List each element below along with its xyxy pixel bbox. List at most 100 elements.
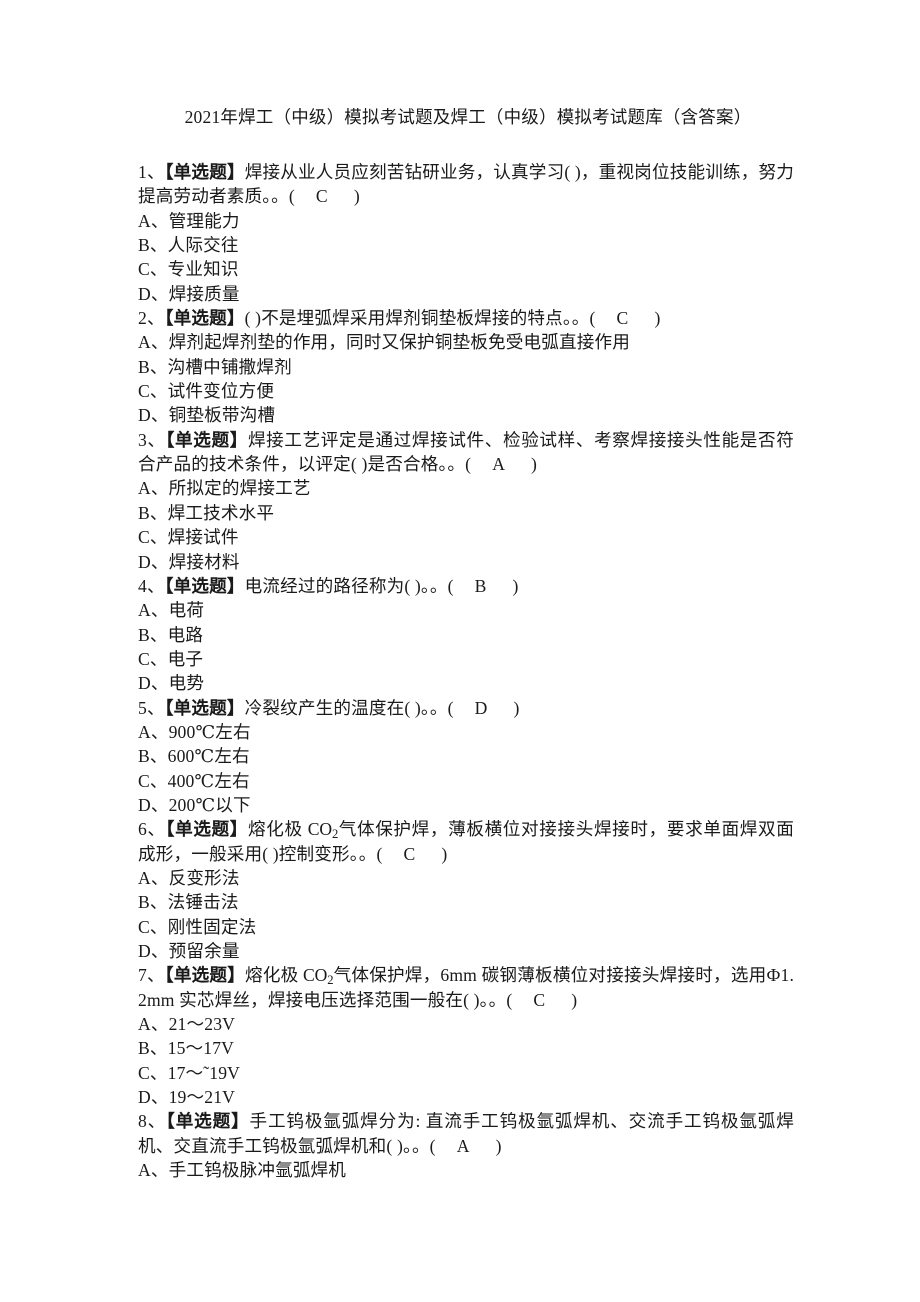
option-key: A、 <box>138 478 169 499</box>
question-option[interactable]: D、焊接质量 <box>138 282 794 306</box>
answer-bracket: 。(C) <box>358 843 448 864</box>
question-stem: 2、【单选题】( )不是埋弧焊采用焊剂铜垫板焊接的特点。。(C) <box>138 306 794 330</box>
formula-subscript: 2 <box>327 973 334 988</box>
option-text: 手工钨极脉冲氩弧焊机 <box>168 1160 347 1181</box>
option-text: 17～˜19V <box>167 1062 241 1083</box>
question-option[interactable]: B、电路 <box>138 623 794 647</box>
question-option[interactable]: A、900℃左右 <box>138 720 794 744</box>
question-option[interactable]: A、焊剂起焊剂垫的作用，同时又保护铜垫板免受电弧直接作用 <box>138 330 794 354</box>
option-key: D、 <box>138 405 169 426</box>
answer-letter: C <box>616 308 629 329</box>
question-option[interactable]: C、17～˜19V <box>138 1061 794 1085</box>
question-type-label: 【单选题】 <box>165 429 248 450</box>
option-key: C、 <box>138 648 168 669</box>
option-text: 900℃左右 <box>168 721 251 742</box>
answer-letter: C <box>533 989 546 1010</box>
option-key: A、 <box>138 867 169 888</box>
option-text: 预留余量 <box>168 941 240 961</box>
option-text: 21～23V <box>168 1014 235 1035</box>
question-number: 4、 <box>138 575 165 596</box>
option-key: D、 <box>138 941 169 961</box>
option-key: D、 <box>138 1087 169 1108</box>
question-option[interactable]: B、600℃左右 <box>138 744 794 768</box>
question-option[interactable]: B、沟槽中铺撒焊剂 <box>138 355 794 379</box>
question-list: 1、【单选题】焊接从业人员应刻苦钻研业务，认真学习( )，重视岗位技能训练，努力… <box>138 160 794 1182</box>
question-option[interactable]: A、反变形法 <box>138 866 794 890</box>
option-key: A、 <box>138 600 169 621</box>
option-key: B、 <box>138 356 168 377</box>
option-text: 电势 <box>168 673 205 694</box>
question-option[interactable]: D、铜垫板带沟槽 <box>138 403 794 427</box>
option-text: 管理能力 <box>168 210 240 231</box>
question-option[interactable]: A、电荷 <box>138 598 794 622</box>
question-option[interactable]: D、200℃以下 <box>138 793 794 817</box>
option-text: 电子 <box>167 648 204 669</box>
question-option[interactable]: C、刚性固定法 <box>138 915 794 939</box>
option-key: D、 <box>138 673 169 694</box>
question-option[interactable]: D、焊接材料 <box>138 550 794 574</box>
question-number: 5、 <box>138 697 165 718</box>
question-number: 2、 <box>138 308 165 329</box>
question-option[interactable]: C、焊接试件 <box>138 525 794 549</box>
question-option[interactable]: D、预留余量 <box>138 939 794 963</box>
option-text: 刚性固定法 <box>167 916 257 937</box>
chemical-formula: CO2 <box>303 965 334 988</box>
question-stem: 8、【单选题】手工钨极氩弧焊分为: 直流手工钨极氩弧焊机、交流手工钨极氩弧焊机、… <box>138 1109 794 1158</box>
option-key: C、 <box>138 259 168 280</box>
question-option[interactable]: B、法锤击法 <box>138 890 794 914</box>
page-title: 2021年焊工（中级）模拟考试题及焊工（中级）模拟考试题库（含答案） <box>184 107 752 127</box>
chemical-formula: CO2 <box>307 819 339 842</box>
option-text: 焊接试件 <box>167 527 239 548</box>
answer-letter: C <box>315 186 328 207</box>
question-option[interactable]: C、电子 <box>138 647 794 671</box>
question-number: 8、 <box>138 1111 167 1132</box>
question-stem: 7、【单选题】熔化极 CO2气体保护焊，6mm 碳钢薄板横位对接接头焊接时，选用… <box>138 963 794 1012</box>
answer-bracket: 。(B) <box>429 575 519 596</box>
option-text: 电荷 <box>168 600 205 621</box>
answer-bracket: 。(C) <box>271 186 360 207</box>
option-key: D、 <box>138 283 169 304</box>
question-option[interactable]: A、管理能力 <box>138 209 794 233</box>
option-text: 焊工技术水平 <box>167 502 275 523</box>
question-option[interactable]: D、电势 <box>138 671 794 695</box>
question-option[interactable]: B、焊工技术水平 <box>138 501 794 525</box>
question-option[interactable]: A、21～23V <box>138 1012 794 1036</box>
question-type-label: 【单选题】 <box>165 819 249 840</box>
formula-subscript: 2 <box>332 827 339 842</box>
answer-bracket: 。(C) <box>488 989 578 1010</box>
question-stem-text: 电流经过的路径称为( )。 <box>244 575 430 596</box>
question-number: 6、 <box>138 819 166 840</box>
question-option[interactable]: A、所拟定的焊接工艺 <box>138 476 794 500</box>
question-stem: 3、【单选题】焊接工艺评定是通过焊接试件、检验试样、考察焊接接头性能是否符合产品… <box>138 428 794 477</box>
question-option[interactable]: D、19～21V <box>138 1085 794 1109</box>
option-key: C、 <box>138 1062 168 1083</box>
question-stem: 1、【单选题】焊接从业人员应刻苦钻研业务，认真学习( )，重视岗位技能训练，努力… <box>138 160 794 209</box>
question-option[interactable]: B、人际交往 <box>138 233 794 257</box>
answer-bracket: 。(A) <box>447 454 538 475</box>
question-option[interactable]: B、15～17V <box>138 1036 794 1060</box>
question-option[interactable]: C、专业知识 <box>138 257 794 281</box>
option-text: 焊剂起焊剂垫的作用，同时又保护铜垫板免受电弧直接作用 <box>168 332 630 353</box>
option-key: B、 <box>138 502 168 523</box>
question-stem: 5、【单选题】冷裂纹产生的温度在( )。。(D) <box>138 696 794 720</box>
option-text: 200℃以下 <box>168 794 251 815</box>
question-option[interactable]: A、手工钨极脉冲氩弧焊机 <box>138 1158 794 1182</box>
question-type-label: 【单选题】 <box>164 575 245 596</box>
question-type-label: 【单选题】 <box>166 1111 250 1132</box>
question-type-label: 【单选题】 <box>164 308 245 329</box>
question-stem-text: ( )不是埋弧焊采用焊剂铜垫板焊接的特点。 <box>244 308 572 329</box>
option-text: 焊接质量 <box>168 283 240 304</box>
option-key: D、 <box>138 551 169 572</box>
option-text: 焊接材料 <box>168 551 240 572</box>
question-type-label: 【单选题】 <box>164 162 245 182</box>
question-number: 1、 <box>138 162 165 182</box>
question-option[interactable]: C、400℃左右 <box>138 769 794 793</box>
question-number: 7、 <box>138 965 165 986</box>
option-key: A、 <box>138 1160 169 1181</box>
question-option[interactable]: C、试件变位方便 <box>138 379 794 403</box>
option-key: B、 <box>138 235 168 256</box>
answer-letter: C <box>403 843 416 864</box>
option-key: C、 <box>138 527 168 548</box>
option-text: 反变形法 <box>168 867 240 888</box>
option-text: 试件变位方便 <box>167 381 275 402</box>
